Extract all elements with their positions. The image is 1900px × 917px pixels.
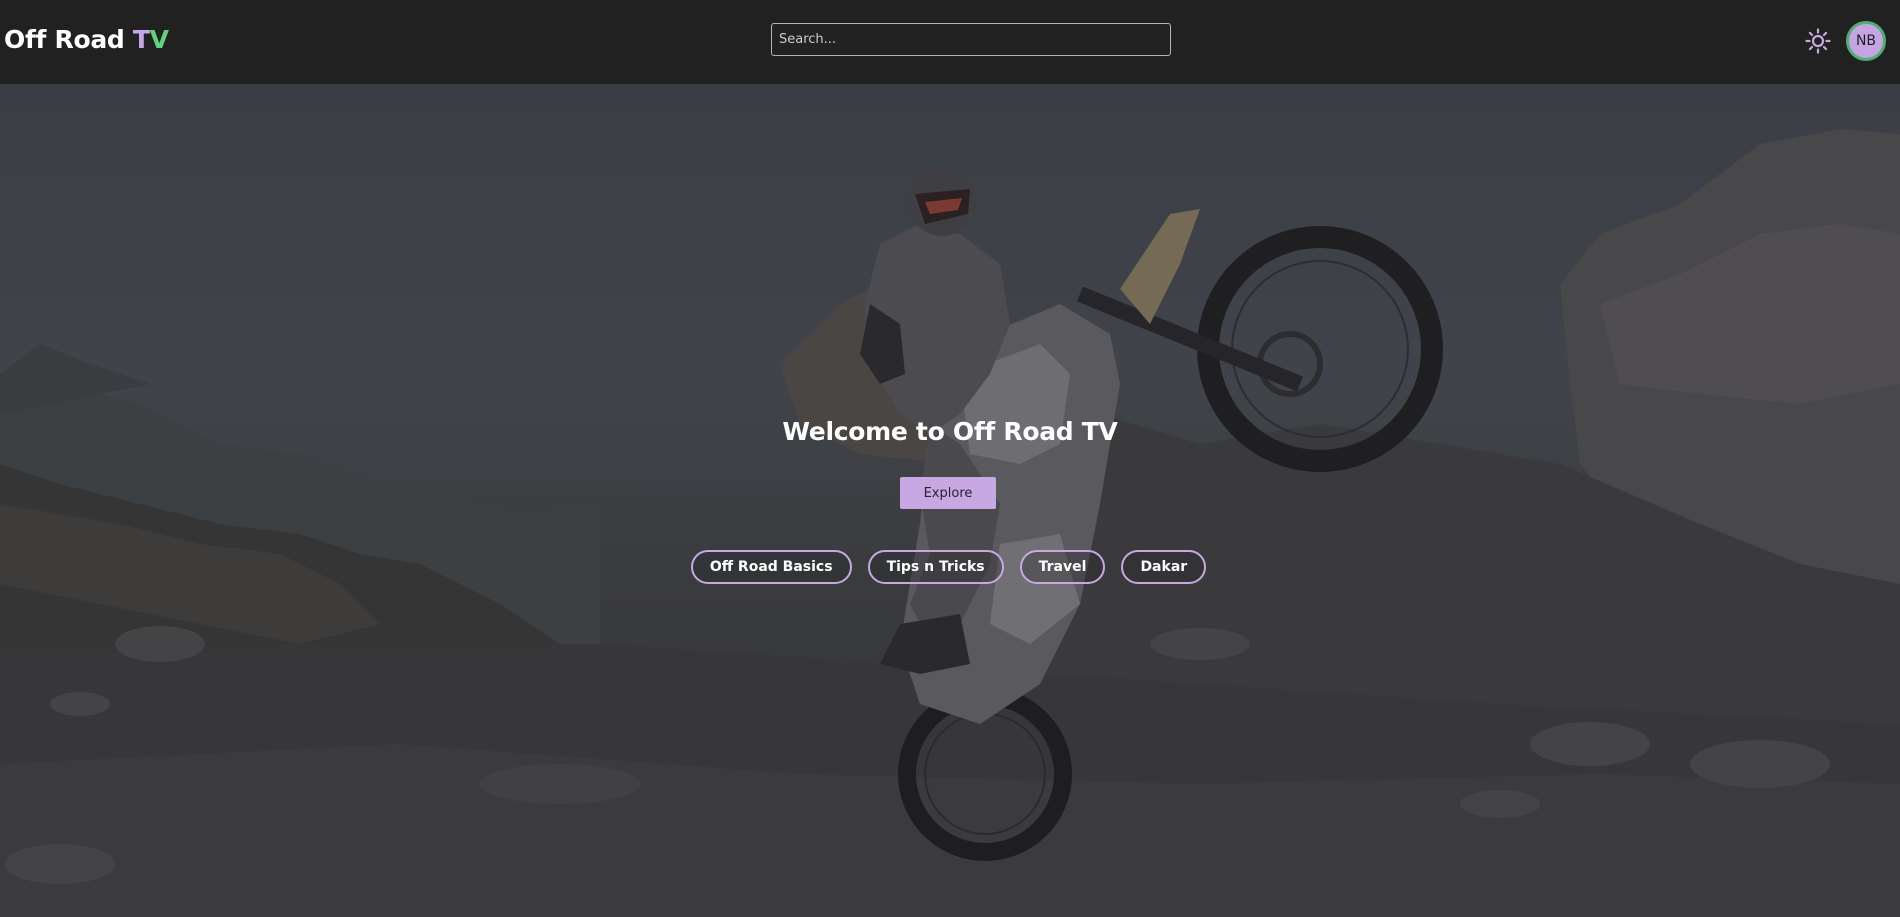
avatar-initials: NB xyxy=(1855,33,1877,49)
hero-title: Welcome to Off Road TV xyxy=(782,417,1118,446)
user-avatar[interactable]: NB xyxy=(1846,21,1886,61)
sun-icon xyxy=(1805,28,1831,54)
explore-button[interactable]: Explore xyxy=(900,477,996,509)
top-navbar: Off Road TV NB xyxy=(0,0,1900,84)
category-chip-dakar[interactable]: Dakar xyxy=(1121,550,1207,584)
search-input[interactable] xyxy=(771,23,1171,56)
theme-toggle-button[interactable] xyxy=(1802,25,1834,57)
logo-letter-t: T xyxy=(132,25,150,54)
logo-text: Off Road xyxy=(4,25,133,54)
logo-letter-v: V xyxy=(149,25,169,54)
category-chip-travel[interactable]: Travel xyxy=(1019,550,1106,584)
category-chip-off-road-basics[interactable]: Off Road Basics xyxy=(690,550,852,584)
hero-section: Welcome to Off Road TV Explore Off Road … xyxy=(0,84,1900,917)
category-chip-tips-n-tricks[interactable]: Tips n Tricks xyxy=(867,550,1004,584)
category-chips: Off Road Basics Tips n Tricks Travel Dak… xyxy=(0,550,1900,584)
site-logo[interactable]: Off Road TV xyxy=(4,25,169,54)
